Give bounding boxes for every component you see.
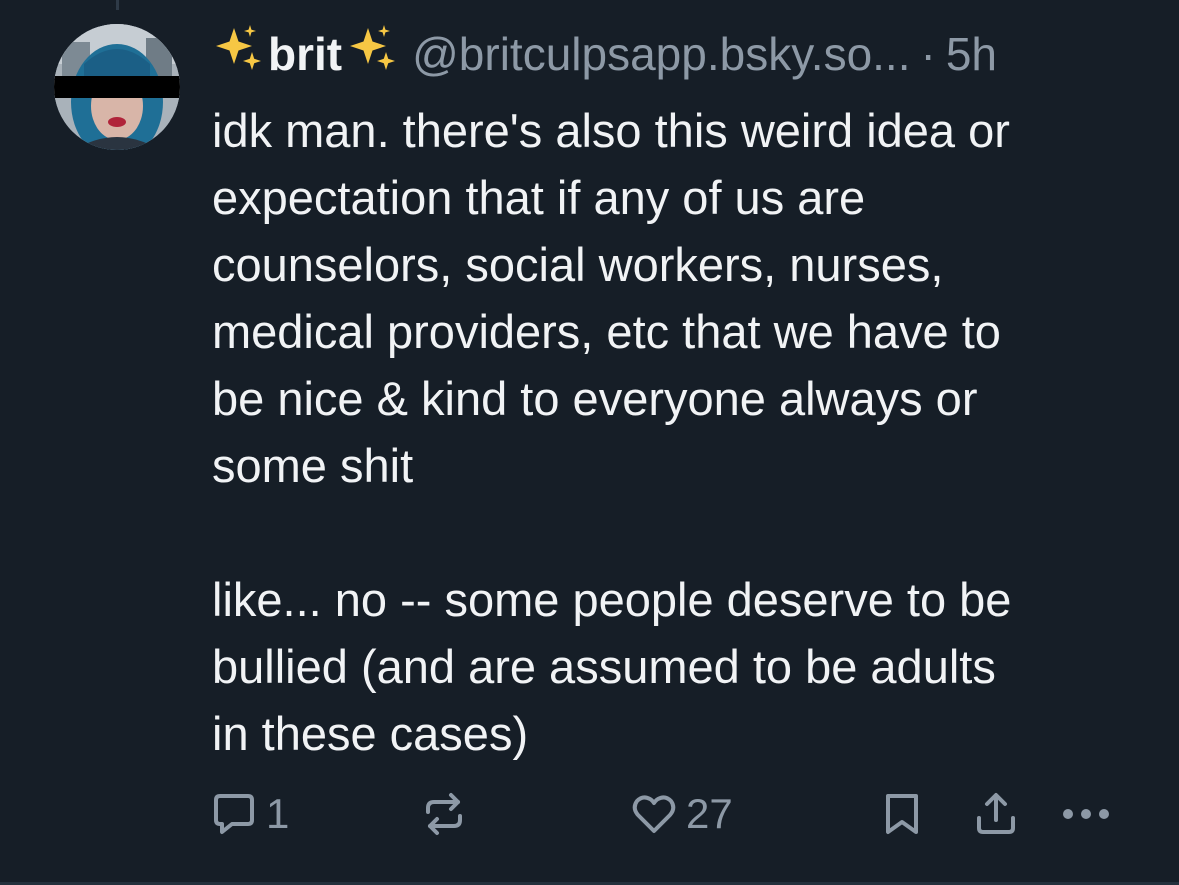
post-timestamp[interactable]: 5h (946, 26, 997, 82)
sparkles-icon (212, 22, 264, 86)
share-button[interactable] (972, 784, 1020, 844)
bookmark-button[interactable] (878, 784, 926, 844)
more-options-button[interactable] (1058, 784, 1114, 844)
sparkles-icon (346, 22, 398, 86)
like-button[interactable]: 27 (630, 784, 733, 844)
bookmark-icon (878, 790, 926, 838)
share-icon (972, 790, 1020, 838)
post-actions-bar: 1 27 (0, 784, 1179, 844)
reply-button[interactable]: 1 (210, 784, 289, 844)
more-icon (1058, 790, 1114, 838)
reply-count: 1 (266, 790, 290, 837)
thread-connector-line (116, 0, 119, 10)
author-display-name[interactable]: brit (212, 22, 398, 86)
avatar[interactable] (54, 24, 180, 150)
author-handle[interactable]: @britculpsapp.bsky.so... (412, 26, 910, 82)
author-name-text: brit (268, 28, 343, 80)
like-count: 27 (686, 790, 733, 837)
header-separator: · (920, 28, 936, 80)
reply-bubble-icon (210, 790, 258, 838)
post-header: brit @britculpsapp.bsky.so... · 5h (212, 25, 997, 82)
heart-icon (630, 790, 678, 838)
post-text: idk man. there's also this weird idea or… (212, 104, 1012, 760)
repost-button[interactable] (420, 784, 476, 844)
repost-icon (420, 790, 468, 838)
